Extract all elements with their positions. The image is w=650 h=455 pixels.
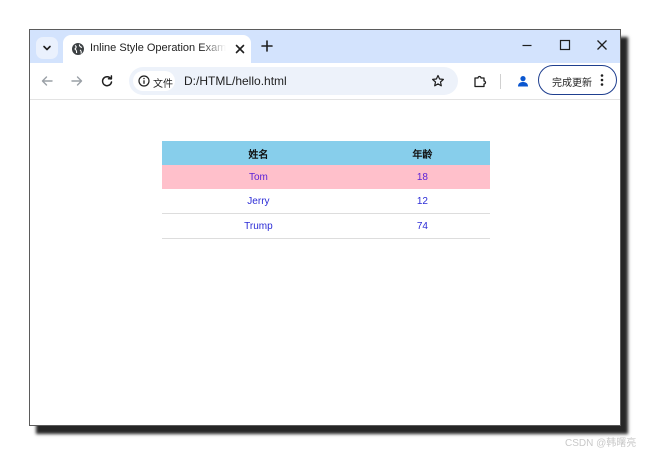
site-info-label: 文件 xyxy=(153,79,173,90)
table-header-row: 姓名 年龄 xyxy=(162,141,490,165)
maximize-icon[interactable] xyxy=(558,38,572,52)
globe-icon xyxy=(72,43,84,55)
info-icon xyxy=(138,75,150,87)
cell-age: 74 xyxy=(354,213,490,239)
tab-active[interactable]: Inline Style Operation Example xyxy=(63,35,251,63)
plus-icon[interactable] xyxy=(260,39,274,53)
finish-update-button[interactable]: 完成更新 xyxy=(538,65,617,95)
url-text[interactable]: D:/HTML/hello.html xyxy=(184,74,287,88)
close-icon[interactable] xyxy=(595,38,609,52)
cell-age: 12 xyxy=(354,189,490,214)
cell-name: Tom xyxy=(162,165,355,189)
page-content: 姓名 年龄 Tom 18 Jerry 12 Trump 74 xyxy=(30,100,620,425)
tab-strip: Inline Style Operation Example xyxy=(30,30,620,63)
arrow-right-icon[interactable] xyxy=(70,74,84,88)
chevron-down-icon xyxy=(43,45,51,51)
minimize-icon[interactable] xyxy=(520,38,534,52)
toolbar-separator xyxy=(500,74,501,89)
browser-toolbar: 文件 D:/HTML/hello.html 完成更新 xyxy=(30,63,620,100)
watermark: CSDN @韩曙亮 xyxy=(565,438,637,449)
reload-icon[interactable] xyxy=(100,74,114,88)
tab-search-button[interactable] xyxy=(36,37,58,59)
table-row: Tom 18 xyxy=(162,165,490,189)
cell-age: 18 xyxy=(354,165,490,189)
browser-window: Inline Style Operation Example 文件 D:/HTM… xyxy=(29,29,621,426)
table-row: Trump 74 xyxy=(162,213,490,239)
person-icon[interactable] xyxy=(516,74,530,88)
kebab-menu-icon[interactable] xyxy=(599,73,605,87)
cell-name: Trump xyxy=(162,213,355,239)
star-icon[interactable] xyxy=(431,74,445,88)
cell-name: Jerry xyxy=(162,189,355,214)
site-info-chip[interactable]: 文件 xyxy=(133,71,175,91)
address-bar[interactable]: 文件 D:/HTML/hello.html xyxy=(129,67,458,95)
header-name: 姓名 xyxy=(162,141,355,165)
close-icon[interactable] xyxy=(233,42,247,56)
table-row: Jerry 12 xyxy=(162,189,490,214)
tab-title: Inline Style Operation Example xyxy=(90,42,226,54)
data-table: 姓名 年龄 Tom 18 Jerry 12 Trump 74 xyxy=(162,141,490,239)
header-age: 年龄 xyxy=(354,141,490,165)
finish-update-label: 完成更新 xyxy=(552,78,592,89)
puzzle-icon[interactable] xyxy=(473,74,487,88)
arrow-left-icon[interactable] xyxy=(40,74,54,88)
